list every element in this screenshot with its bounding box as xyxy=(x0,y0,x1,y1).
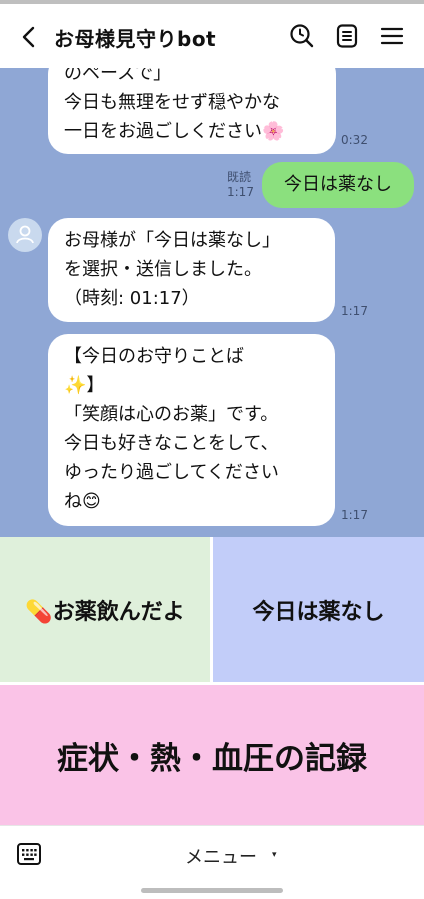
message-time: 1:17 xyxy=(341,304,368,318)
bot-avatar-icon xyxy=(16,225,34,244)
chat-header: お母様見守りbot xyxy=(0,4,424,68)
received-message[interactable]: のペースで」 今日も無理をせず穏やかな 一日をお過ごしください🌸 xyxy=(48,68,336,154)
avatar[interactable] xyxy=(8,218,42,252)
message-line: お母様が「今日は薬なし」 xyxy=(64,230,280,251)
rich-menu: 💊お薬飲んだよ 今日は薬なし 症状・熱・血圧の記録 xyxy=(0,537,424,825)
search-icon xyxy=(290,24,314,48)
chat-title: お母様見守りbot xyxy=(54,27,217,51)
button-label: 症状・熱・血圧の記録 xyxy=(57,740,367,777)
keyboard-icon xyxy=(17,843,41,865)
chat-area[interactable]: のペースで」 今日も無理をせず穏やかな 一日をお過ごしください🌸 0:32 既読… xyxy=(0,68,424,537)
back-button[interactable] xyxy=(14,22,44,52)
search-button[interactable] xyxy=(288,22,316,50)
message-line: 一日をお過ごしください🌸 xyxy=(64,121,285,142)
notes-icon xyxy=(336,24,358,48)
sent-message[interactable]: 今日は薬なし xyxy=(262,162,414,208)
read-receipt: 既読 1:17 xyxy=(227,170,254,200)
menu-toggle[interactable]: メニュー xyxy=(185,843,257,869)
home-indicator[interactable] xyxy=(141,888,283,893)
message-time: 0:32 xyxy=(341,133,368,147)
chevron-left-icon xyxy=(22,26,35,48)
message-line: を選択・送信しました。 xyxy=(64,259,262,280)
button-label: 今日は薬なし xyxy=(252,599,385,625)
message-time: 1:17 xyxy=(227,185,254,199)
message-line: ゆったり過ごしてください xyxy=(64,462,279,483)
message-line: 【今日のお守りことば xyxy=(64,346,244,367)
record-symptoms-button[interactable]: 症状・熱・血圧の記録 xyxy=(0,685,424,825)
menu-button[interactable] xyxy=(378,22,406,50)
caret-down-icon[interactable]: ▾ xyxy=(272,850,277,860)
no-medicine-button[interactable]: 今日は薬なし xyxy=(213,537,424,682)
button-label: 💊お薬飲んだよ xyxy=(25,599,185,625)
keyboard-button[interactable] xyxy=(16,842,42,866)
menu-icon xyxy=(380,27,404,45)
message-time: 1:17 xyxy=(341,508,368,522)
notes-button[interactable] xyxy=(333,22,361,50)
medicine-taken-button[interactable]: 💊お薬飲んだよ xyxy=(0,537,210,682)
bottom-bar: メニュー ▾ xyxy=(0,825,424,899)
message-line: ね😊 xyxy=(64,491,101,512)
received-message[interactable]: お母様が「今日は薬なし」 を選択・送信しました。 （時刻: 01:17） xyxy=(48,218,335,322)
received-message[interactable]: 【今日のお守りことば ✨】 「笑顔は心のお薬」です。 今日も好きなことをして、 … xyxy=(48,334,335,526)
message-line: 「笑顔は心のお薬」です。 xyxy=(64,404,279,425)
message-line: 今日も好きなことをして、 xyxy=(64,433,279,454)
message-line: のペースで」 xyxy=(64,68,172,84)
message-line: ✨】 xyxy=(64,375,105,396)
message-line: 今日も無理をせず穏やかな xyxy=(64,92,280,113)
read-label: 既読 xyxy=(227,170,252,184)
message-line: （時刻: 01:17） xyxy=(64,288,200,309)
